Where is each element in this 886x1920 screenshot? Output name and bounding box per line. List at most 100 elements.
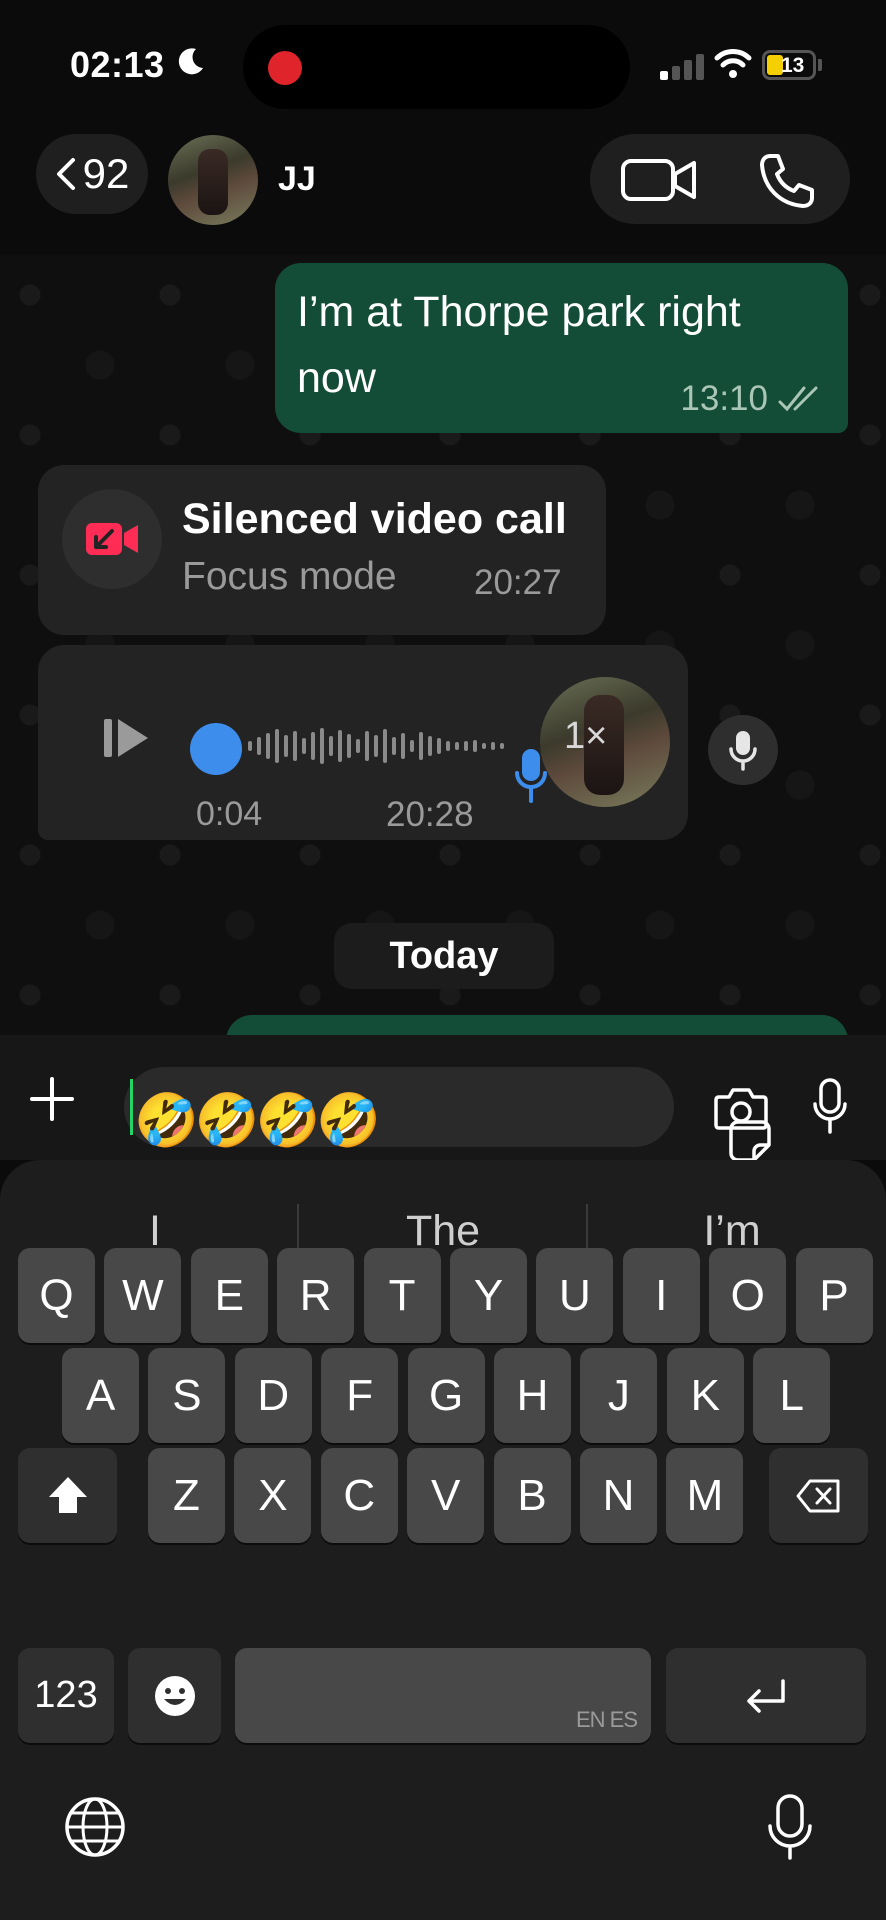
key-z[interactable]: Z: [148, 1448, 225, 1543]
battery-cap: [818, 59, 822, 71]
waveform-bar: [491, 742, 495, 750]
waveform-bar: [383, 729, 387, 763]
outgoing-message-partial[interactable]: [226, 1015, 848, 1035]
plus-icon[interactable]: [30, 1077, 74, 1121]
shift-icon: [48, 1476, 87, 1513]
battery-icon: 13: [762, 50, 816, 80]
microphone-icon[interactable]: [812, 1077, 848, 1135]
space-bar[interactable]: EN ES: [235, 1648, 651, 1743]
text-caret: [130, 1079, 133, 1135]
waveform-bar: [338, 730, 342, 762]
waveform-bar: [500, 743, 504, 749]
key-v[interactable]: V: [407, 1448, 485, 1543]
key-e[interactable]: E: [190, 1248, 268, 1343]
key-t[interactable]: T: [363, 1248, 441, 1343]
message-input-text[interactable]: 🤣🤣🤣🤣: [134, 1091, 381, 1151]
key-y[interactable]: Y: [450, 1248, 527, 1343]
key-i[interactable]: I: [622, 1248, 700, 1343]
waveform-bar: [446, 741, 450, 751]
key-n[interactable]: N: [580, 1448, 657, 1543]
status-bar: 02:13 13: [0, 0, 886, 130]
waveform-bar: [284, 735, 288, 757]
key-r[interactable]: R: [277, 1248, 355, 1343]
message-meta: 13:10: [680, 379, 824, 419]
contact-name[interactable]: JJ: [278, 160, 316, 199]
key-l[interactable]: L: [753, 1348, 831, 1443]
waveform-bar: [275, 729, 279, 763]
key-d[interactable]: D: [234, 1348, 312, 1443]
waveform-bar: [329, 736, 333, 756]
key-q[interactable]: Q: [18, 1248, 95, 1343]
shift-key[interactable]: [18, 1448, 117, 1543]
keyboard: I The I’m QWERTYUIOPASDFGHJKLZXCVBNM 123…: [0, 1160, 886, 1920]
backspace-key[interactable]: [769, 1448, 868, 1543]
waveform-bar: [311, 732, 315, 760]
globe-icon[interactable]: [64, 1796, 126, 1858]
waveform-bar: [266, 733, 270, 759]
voice-message[interactable]: 0:04 20:28 1×: [38, 645, 688, 840]
chat-header: 92 JJ: [0, 130, 886, 255]
date-separator: Today: [334, 923, 554, 989]
emoji-key[interactable]: [128, 1648, 221, 1743]
waveform-bar: [356, 739, 360, 753]
back-button[interactable]: 92: [36, 134, 148, 214]
waveform-bar: [482, 743, 486, 749]
battery-percent: 13: [781, 54, 805, 77]
key-b[interactable]: B: [493, 1448, 571, 1543]
composer-bar: 🤣🤣🤣🤣: [0, 1035, 886, 1162]
microphone-icon: [729, 731, 757, 771]
transcribe-button[interactable]: [708, 715, 778, 785]
message-list[interactable]: I’m at Thorpe park right now 13:10 Silen…: [0, 255, 886, 1035]
key-h[interactable]: H: [494, 1348, 571, 1443]
call-subtitle: Focus mode: [182, 555, 397, 598]
key-j[interactable]: J: [580, 1348, 658, 1443]
moon-icon: [176, 46, 206, 84]
playback-scrubber[interactable]: [190, 723, 242, 775]
waveform-bar: [464, 741, 468, 751]
double-check-icon: [778, 386, 818, 412]
playback-speed-button[interactable]: 1×: [564, 715, 607, 758]
return-key[interactable]: [666, 1648, 866, 1743]
return-icon: [747, 1678, 785, 1713]
key-f[interactable]: F: [321, 1348, 399, 1443]
key-k[interactable]: K: [666, 1348, 744, 1443]
call-time: 20:27: [474, 563, 562, 602]
key-x[interactable]: X: [234, 1448, 312, 1543]
key-o[interactable]: O: [709, 1248, 787, 1343]
key-a[interactable]: A: [62, 1348, 139, 1443]
chevron-left-icon: [56, 158, 75, 190]
key-c[interactable]: C: [320, 1448, 398, 1543]
waveform-bar: [473, 740, 477, 752]
waveform-bar: [419, 732, 423, 760]
key-w[interactable]: W: [104, 1248, 182, 1343]
waveform-bar: [293, 731, 297, 761]
status-time: 02:13: [70, 44, 165, 85]
call-event-message[interactable]: Silenced video call Focus mode 20:27: [38, 465, 606, 635]
call-actions: [590, 134, 850, 224]
wifi-icon: [714, 46, 752, 80]
waveform-bar: [302, 738, 306, 754]
key-u[interactable]: U: [536, 1248, 614, 1343]
key-s[interactable]: S: [148, 1348, 226, 1443]
waveform-bar: [401, 733, 405, 759]
contact-avatar[interactable]: [168, 135, 258, 225]
outgoing-message[interactable]: I’m at Thorpe park right now 13:10: [275, 263, 848, 433]
video-camera-icon[interactable]: [620, 156, 698, 204]
space-languages: EN ES: [575, 1707, 638, 1732]
waveform-bar: [257, 737, 261, 755]
call-title: Silenced video call: [182, 495, 567, 543]
numbers-key[interactable]: 123: [18, 1648, 114, 1743]
waveform-bar: [455, 742, 459, 750]
waveform-bar: [374, 735, 378, 757]
key-g[interactable]: G: [407, 1348, 485, 1443]
waveform-bar: [437, 738, 441, 754]
play-pause-icon[interactable]: [102, 713, 150, 763]
camera-icon[interactable]: [714, 1085, 768, 1131]
key-m[interactable]: M: [666, 1448, 744, 1543]
backspace-icon: [796, 1479, 839, 1512]
dynamic-island[interactable]: [243, 25, 630, 109]
phone-icon[interactable]: [758, 152, 816, 210]
key-p[interactable]: P: [795, 1248, 873, 1343]
message-input[interactable]: 🤣🤣🤣🤣: [124, 1067, 771, 1162]
dictation-mic-icon[interactable]: [766, 1792, 814, 1862]
